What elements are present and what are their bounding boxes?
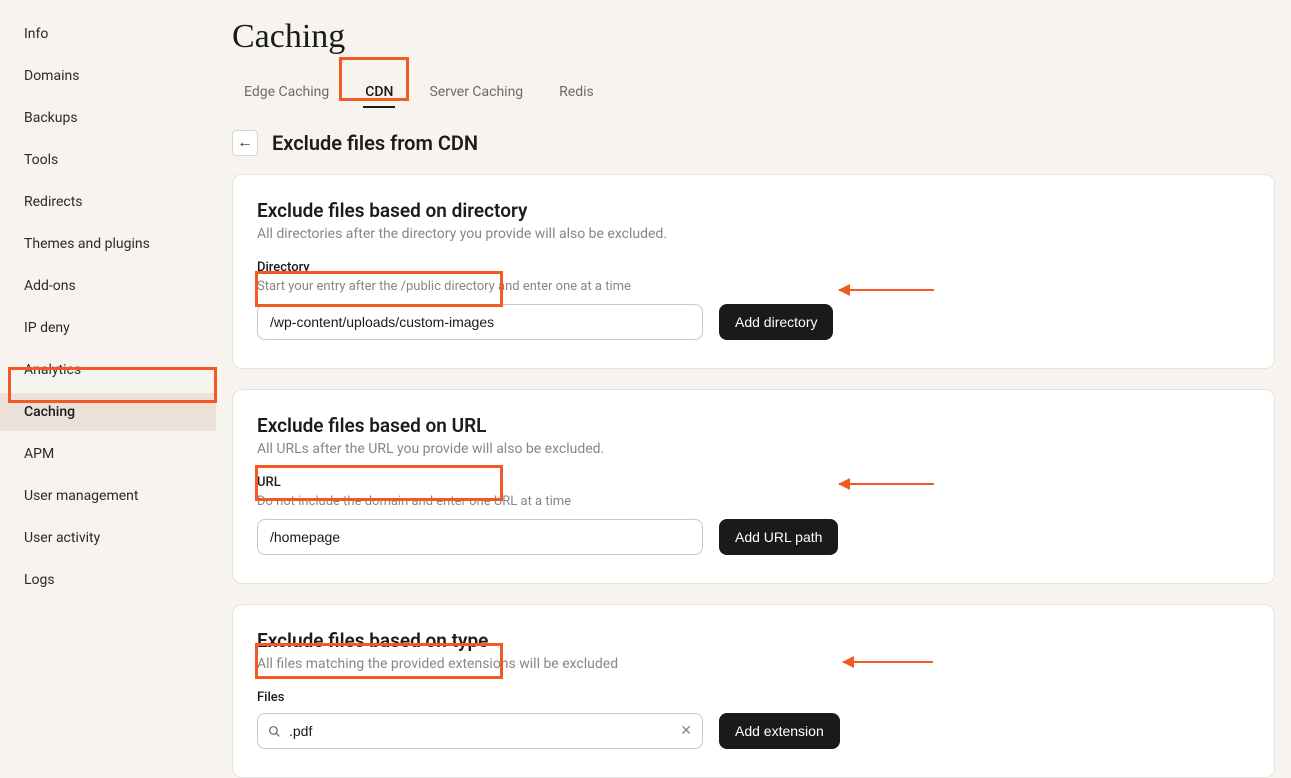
sidebar-item-backups[interactable]: Backups: [0, 99, 216, 137]
directory-field-hint: Start your entry after the /public direc…: [257, 279, 1250, 294]
sidebar-item-themes-plugins[interactable]: Themes and plugins: [0, 225, 216, 263]
add-url-button[interactable]: Add URL path: [719, 519, 838, 555]
add-extension-button[interactable]: Add extension: [719, 713, 840, 749]
tab-edge-caching[interactable]: Edge Caching: [240, 76, 333, 108]
sidebar-item-tools[interactable]: Tools: [0, 141, 216, 179]
exclude-directory-desc: All directories after the directory you …: [257, 226, 1250, 242]
files-field-label: Files: [257, 690, 1250, 705]
subheader: ← Exclude files from CDN: [232, 130, 1275, 156]
annotation-arrow-add-url: [839, 483, 934, 485]
annotation-arrow-add-directory: [839, 289, 934, 291]
sidebar-item-logs[interactable]: Logs: [0, 561, 216, 599]
sidebar-item-info[interactable]: Info: [0, 15, 216, 53]
exclude-type-card: Exclude files based on type All files ma…: [232, 604, 1275, 778]
main-content: Caching Edge Caching CDN Server Caching …: [216, 0, 1291, 710]
url-input[interactable]: [257, 519, 703, 555]
exclude-url-card: Exclude files based on URL All URLs afte…: [232, 389, 1275, 584]
sidebar-item-redirects[interactable]: Redirects: [0, 183, 216, 221]
sidebar-item-ip-deny[interactable]: IP deny: [0, 309, 216, 347]
add-directory-button[interactable]: Add directory: [719, 304, 833, 340]
arrow-left-icon: ←: [237, 134, 253, 152]
url-field-label: URL: [257, 475, 1250, 490]
tabs: Edge Caching CDN Server Caching Redis: [232, 76, 1275, 108]
subheader-title: Exclude files from CDN: [272, 131, 478, 155]
sidebar-item-analytics[interactable]: Analytics: [0, 351, 216, 389]
sidebar-item-domains[interactable]: Domains: [0, 57, 216, 95]
files-input[interactable]: [289, 723, 672, 739]
directory-field-label: Directory: [257, 260, 1250, 275]
exclude-directory-title: Exclude files based on directory: [257, 199, 1250, 222]
exclude-type-desc: All files matching the provided extensio…: [257, 656, 1250, 672]
tab-server-caching[interactable]: Server Caching: [425, 76, 527, 108]
search-icon: [268, 725, 281, 738]
files-combo-input[interactable]: ✕: [257, 713, 703, 749]
annotation-arrow-add-extension: [843, 661, 933, 663]
exclude-directory-card: Exclude files based on directory All dir…: [232, 174, 1275, 369]
url-field-hint: Do not include the domain and enter one …: [257, 494, 1250, 509]
clear-icon[interactable]: ✕: [680, 723, 692, 739]
sidebar-item-user-management[interactable]: User management: [0, 477, 216, 515]
sidebar-item-apm[interactable]: APM: [0, 435, 216, 473]
sidebar-item-user-activity[interactable]: User activity: [0, 519, 216, 557]
sidebar-item-add-ons[interactable]: Add-ons: [0, 267, 216, 305]
exclude-url-title: Exclude files based on URL: [257, 414, 1250, 437]
page-title: Caching: [232, 18, 1275, 56]
tab-redis[interactable]: Redis: [555, 76, 598, 108]
sidebar: Info Domains Backups Tools Redirects The…: [0, 0, 216, 710]
tab-cdn[interactable]: CDN: [361, 76, 397, 108]
exclude-url-desc: All URLs after the URL you provide will …: [257, 441, 1250, 457]
directory-input[interactable]: [257, 304, 703, 340]
sidebar-item-caching[interactable]: Caching: [0, 393, 216, 431]
back-button[interactable]: ←: [232, 130, 258, 156]
exclude-type-title: Exclude files based on type: [257, 629, 1250, 652]
